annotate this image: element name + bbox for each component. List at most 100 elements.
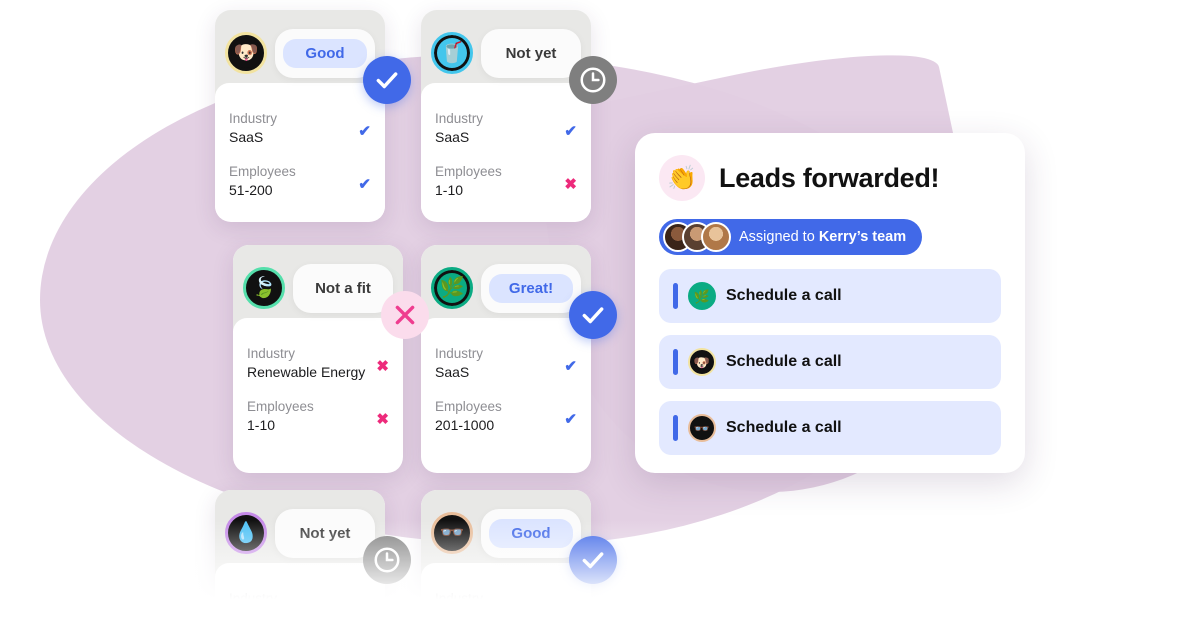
- leaf-circle-avatar: 🌿: [688, 282, 716, 310]
- field-value: SaaS: [435, 364, 470, 381]
- lead-card-inner: 🌿 Great! Industry SaaS ✔ Employees 201-1…: [421, 245, 591, 473]
- lead-card-header: 💧 Not yet: [215, 490, 385, 577]
- schedule-call-label: Schedule a call: [726, 353, 842, 370]
- glasses-avatar: 👓: [431, 512, 473, 554]
- clock-badge[interactable]: [569, 56, 617, 104]
- check-mark-icon: ✔: [564, 123, 577, 140]
- accent-bar: [673, 349, 678, 375]
- verdict-container: Good: [481, 508, 581, 558]
- lead-card-inner: 🥤 Not yet Industry SaaS ✔ Employees 1-10…: [421, 10, 591, 222]
- schedule-call-row[interactable]: 👓 Schedule a call: [659, 401, 1001, 455]
- assigned-to-label: Assigned to Kerry’s team: [739, 229, 906, 245]
- lead-card[interactable]: 🌿 Great! Industry SaaS ✔ Employees 201-1…: [421, 245, 617, 473]
- clock-badge[interactable]: [363, 536, 411, 584]
- lead-card-header: 🥤 Not yet: [421, 10, 591, 97]
- check-mark-icon: ✔: [358, 603, 371, 620]
- x-mark-icon: ✖: [376, 411, 389, 429]
- accent-bar: [673, 283, 678, 309]
- lead-field: Employees 201-1000 ✔: [435, 398, 577, 435]
- lead-card-inner: 🐶 Good Industry SaaS ✔ Employees 51-200 …: [215, 10, 385, 222]
- check-badge[interactable]: [569, 291, 617, 339]
- field-label: Employees: [435, 164, 502, 180]
- leaf-drop-avatar: 🍃: [243, 267, 285, 309]
- lead-card-header: 🐶 Good: [215, 10, 385, 97]
- verdict-pill: Great!: [489, 273, 573, 303]
- verdict-pill: Good: [489, 518, 573, 548]
- lead-card[interactable]: 🐶 Good Industry SaaS ✔ Employees 51-200 …: [215, 10, 411, 222]
- lead-field: Industry SaaS ✔: [229, 590, 371, 627]
- illustration-stage: 🐶 Good Industry SaaS ✔ Employees 51-200 …: [0, 0, 1200, 630]
- avatar-glyph: 🍃: [251, 277, 277, 299]
- accent-bar: [673, 415, 678, 441]
- verdict-pill: Not a fit: [301, 273, 385, 303]
- lead-card-body: Industry SaaS ✔ Employees 1-10 ✖: [421, 96, 591, 219]
- lead-card-body: Industry Renewable Energy ✖ Employees 1-…: [233, 331, 403, 454]
- verdict-container: Great!: [481, 263, 581, 313]
- verdict-container: Not yet: [275, 508, 375, 558]
- field-value: 51-200: [229, 182, 273, 199]
- field-value: SaaS: [229, 609, 264, 626]
- panel-header: 👏 Leads forwarded!: [659, 155, 1001, 201]
- lead-card-inner: 👓 Good Industry SaaS ✔ Employees ✔: [421, 490, 591, 630]
- field-label: Industry: [229, 111, 278, 126]
- schedule-call-label: Schedule a call: [726, 419, 842, 436]
- field-value: SaaS: [229, 129, 264, 146]
- avatar-glyph: 💧: [233, 522, 259, 544]
- lead-field: Industry SaaS ✔: [435, 345, 577, 382]
- field-label: Industry: [229, 591, 278, 606]
- lead-field: Industry SaaS ✔: [229, 110, 371, 147]
- schedule-call-label: Schedule a call: [726, 287, 842, 304]
- assigned-to-pill[interactable]: Assigned to Kerry’s team: [659, 219, 923, 255]
- check-badge[interactable]: [363, 56, 411, 104]
- check-badge[interactable]: [569, 536, 617, 584]
- clapping-hands-icon: 👏: [659, 155, 705, 201]
- verdict-container: Not yet: [481, 28, 581, 78]
- flame-drop-avatar: 💧: [225, 512, 267, 554]
- lead-field: Industry SaaS ✔: [435, 110, 577, 147]
- lead-card[interactable]: 💧 Not yet Industry SaaS ✔ Employees ✔: [215, 490, 411, 630]
- check-mark-icon: ✔: [358, 123, 371, 140]
- lead-card-header: 🍃 Not a fit: [233, 245, 403, 332]
- x-mark-icon: ✖: [564, 176, 577, 194]
- lead-card-body: Industry SaaS ✔ Employees ✔: [215, 576, 385, 630]
- field-label: Industry: [435, 111, 484, 126]
- avatar-glyph: 👓: [693, 420, 711, 436]
- lead-card-inner: 🍃 Not a fit Industry Renewable Energy ✖ …: [233, 245, 403, 473]
- avatar-glyph: 🐶: [693, 354, 711, 370]
- field-label: Employees: [435, 399, 502, 415]
- husky-dog-avatar: 🐶: [688, 348, 716, 376]
- avatar-glyph: 👓: [439, 522, 465, 544]
- panel-title: Leads forwarded!: [719, 162, 940, 193]
- lead-card-body: Industry SaaS ✔ Employees ✔: [421, 576, 591, 630]
- field-value: 1-10: [247, 417, 276, 434]
- assigned-prefix: Assigned to: [739, 229, 819, 245]
- x-mark-icon: ✖: [376, 358, 389, 375]
- coffee-cup-avatar: 🥤: [431, 32, 473, 74]
- lead-card-header: 🌿 Great!: [421, 245, 591, 332]
- schedule-call-row[interactable]: 🌿 Schedule a call: [659, 269, 1001, 323]
- lead-field: Employees 51-200 ✔: [229, 163, 371, 200]
- x-badge[interactable]: [381, 291, 429, 339]
- field-label: Employees: [229, 164, 296, 180]
- schedule-call-row[interactable]: 🐶 Schedule a call: [659, 335, 1001, 389]
- lead-card-body: Industry SaaS ✔ Employees 51-200 ✔: [215, 96, 385, 219]
- verdict-pill: Not yet: [283, 518, 367, 548]
- leaf-circle-avatar: 🌿: [431, 267, 473, 309]
- field-label: Industry: [435, 346, 484, 361]
- verdict-container: Good: [275, 28, 375, 78]
- avatar-glyph: 🌿: [439, 277, 465, 299]
- lead-card[interactable]: 🥤 Not yet Industry SaaS ✔ Employees 1-10…: [421, 10, 617, 222]
- schedule-call-list: 🌿 Schedule a call 🐶 Schedule a call 👓 Sc…: [659, 269, 1001, 455]
- field-value: Renewable Energy: [247, 364, 366, 381]
- lead-field: Employees 1-10 ✖: [435, 163, 577, 200]
- lead-field: Employees 1-10 ✖: [247, 398, 389, 435]
- leads-forwarded-panel: 👏 Leads forwarded! Assigned to Kerry’s t…: [635, 133, 1025, 473]
- glasses-avatar: 👓: [688, 414, 716, 442]
- assigned-team-name: Kerry’s team: [818, 229, 907, 245]
- lead-field: Industry SaaS ✔: [435, 590, 577, 627]
- check-mark-icon: ✔: [564, 358, 577, 375]
- verdict-pill: Not yet: [489, 38, 573, 68]
- lead-card[interactable]: 🍃 Not a fit Industry Renewable Energy ✖ …: [233, 245, 429, 473]
- team-member-avatar: [701, 222, 731, 252]
- lead-card[interactable]: 👓 Good Industry SaaS ✔ Employees ✔: [421, 490, 617, 630]
